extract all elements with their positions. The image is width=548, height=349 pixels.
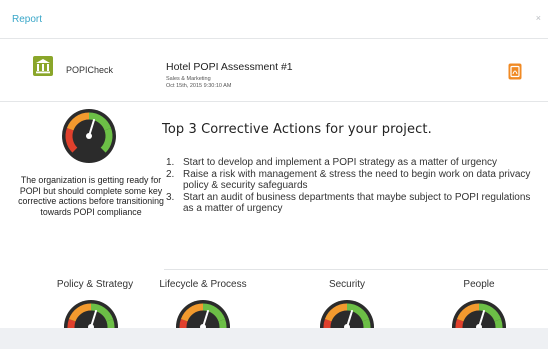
action-item: 2. Raise a risk with management & stress… xyxy=(166,169,536,192)
department-label: Sales & Marketing xyxy=(166,76,211,82)
assessment-date: Oct 15th, 2015 9:30:10 AM xyxy=(166,83,232,89)
overall-gauge-icon xyxy=(62,109,116,163)
report-header: POPICheck Hotel POPI Assessment #1 Sales… xyxy=(0,39,548,102)
section-divider xyxy=(164,269,548,270)
security-gauge-icon xyxy=(320,300,374,328)
report-dialog: Report × POPICheck Hotel POPI Assessment… xyxy=(0,0,548,328)
category-label-people: People xyxy=(463,279,495,290)
action-item: 1. Start to develop and implement a POPI… xyxy=(166,157,536,169)
page-footer-strip xyxy=(0,328,548,349)
action-number: 2. xyxy=(166,168,175,180)
action-text: Start an audit of business departments t… xyxy=(183,191,531,215)
actions-heading: Top 3 Corrective Actions for your projec… xyxy=(162,122,432,137)
category-label-security: Security xyxy=(328,279,366,290)
category-label-policy-strategy: Policy & Strategy xyxy=(56,279,134,290)
people-gauge-icon xyxy=(452,300,506,328)
dialog-titlebar: Report × xyxy=(0,0,548,39)
dialog-title: Report xyxy=(12,14,43,25)
action-text: Start to develop and implement a POPI st… xyxy=(183,157,498,168)
close-icon[interactable]: × xyxy=(536,13,541,23)
action-number: 1. xyxy=(166,157,175,168)
assessment-title: Hotel POPI Assessment #1 xyxy=(166,61,293,73)
category-label-lifecycle-process: Lifecycle & Process xyxy=(159,279,247,290)
overall-summary: The organization is getting ready for PO… xyxy=(18,175,164,217)
actions-list: 1. Start to develop and implement a POPI… xyxy=(166,157,536,215)
action-number: 3. xyxy=(166,191,175,203)
app-name: POPICheck xyxy=(66,65,114,75)
policy-strategy-gauge-icon xyxy=(64,300,118,328)
bank-icon xyxy=(33,56,53,76)
action-text: Raise a risk with management & stress th… xyxy=(183,168,531,192)
action-item: 3. Start an audit of business department… xyxy=(166,192,536,215)
lifecycle-process-gauge-icon xyxy=(176,300,230,328)
pdf-icon[interactable] xyxy=(508,63,522,80)
assessment-meta: Sales & Marketing Oct 15th, 2015 9:30:10… xyxy=(166,76,231,90)
